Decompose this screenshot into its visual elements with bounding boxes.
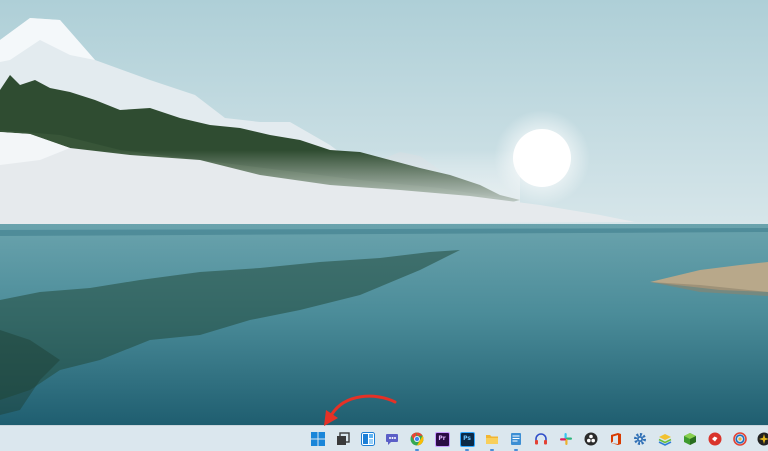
widgets-icon xyxy=(361,432,375,446)
settings-button[interactable] xyxy=(630,429,650,449)
file-explorer-button[interactable] xyxy=(482,429,502,451)
headset-app-button[interactable] xyxy=(531,429,551,449)
folder-icon xyxy=(485,432,499,446)
start-button[interactable] xyxy=(308,429,328,449)
office-button[interactable] xyxy=(606,429,626,449)
red-circle-icon xyxy=(708,432,722,446)
photoshop-button[interactable]: Ps xyxy=(457,429,477,451)
notepad-icon xyxy=(509,432,523,446)
widgets-button[interactable] xyxy=(358,429,378,449)
app-glyph: Ps xyxy=(459,431,475,447)
windows-logo-icon xyxy=(311,432,325,446)
yellow-app-icon xyxy=(757,432,768,446)
task-view-button[interactable] xyxy=(333,429,353,449)
app-glyph: Pr xyxy=(434,431,450,447)
office-icon xyxy=(609,432,623,446)
photoshop-icon: Ps xyxy=(459,431,475,447)
obs-button[interactable] xyxy=(581,429,601,449)
landscape-image xyxy=(0,0,768,425)
teams-chat-button[interactable] xyxy=(382,429,402,449)
chrome-button[interactable] xyxy=(407,429,427,451)
slack-button[interactable] xyxy=(556,429,576,449)
desktop-wallpaper xyxy=(0,0,768,425)
red-app-button[interactable] xyxy=(705,429,725,449)
chat-icon xyxy=(385,432,399,446)
ring-icon xyxy=(733,432,747,446)
green-cube-icon xyxy=(683,432,697,446)
bluestacks-button[interactable] xyxy=(655,429,675,449)
green-app-button[interactable] xyxy=(680,429,700,449)
premiere-pro-icon: Pr xyxy=(434,431,450,447)
taskbar: Pr Ps xyxy=(0,425,768,451)
headphones-icon xyxy=(534,432,548,446)
task-view-icon xyxy=(336,432,350,446)
obs-icon xyxy=(584,432,598,446)
premiere-pro-button[interactable]: Pr xyxy=(432,429,452,449)
circular-app-button[interactable] xyxy=(730,429,750,449)
bluestacks-icon xyxy=(658,432,672,446)
slack-icon xyxy=(559,432,573,446)
gear-icon xyxy=(633,432,647,446)
chrome-icon xyxy=(410,432,424,446)
yellow-app-button[interactable] xyxy=(754,429,768,449)
notepad-button[interactable] xyxy=(506,429,526,451)
